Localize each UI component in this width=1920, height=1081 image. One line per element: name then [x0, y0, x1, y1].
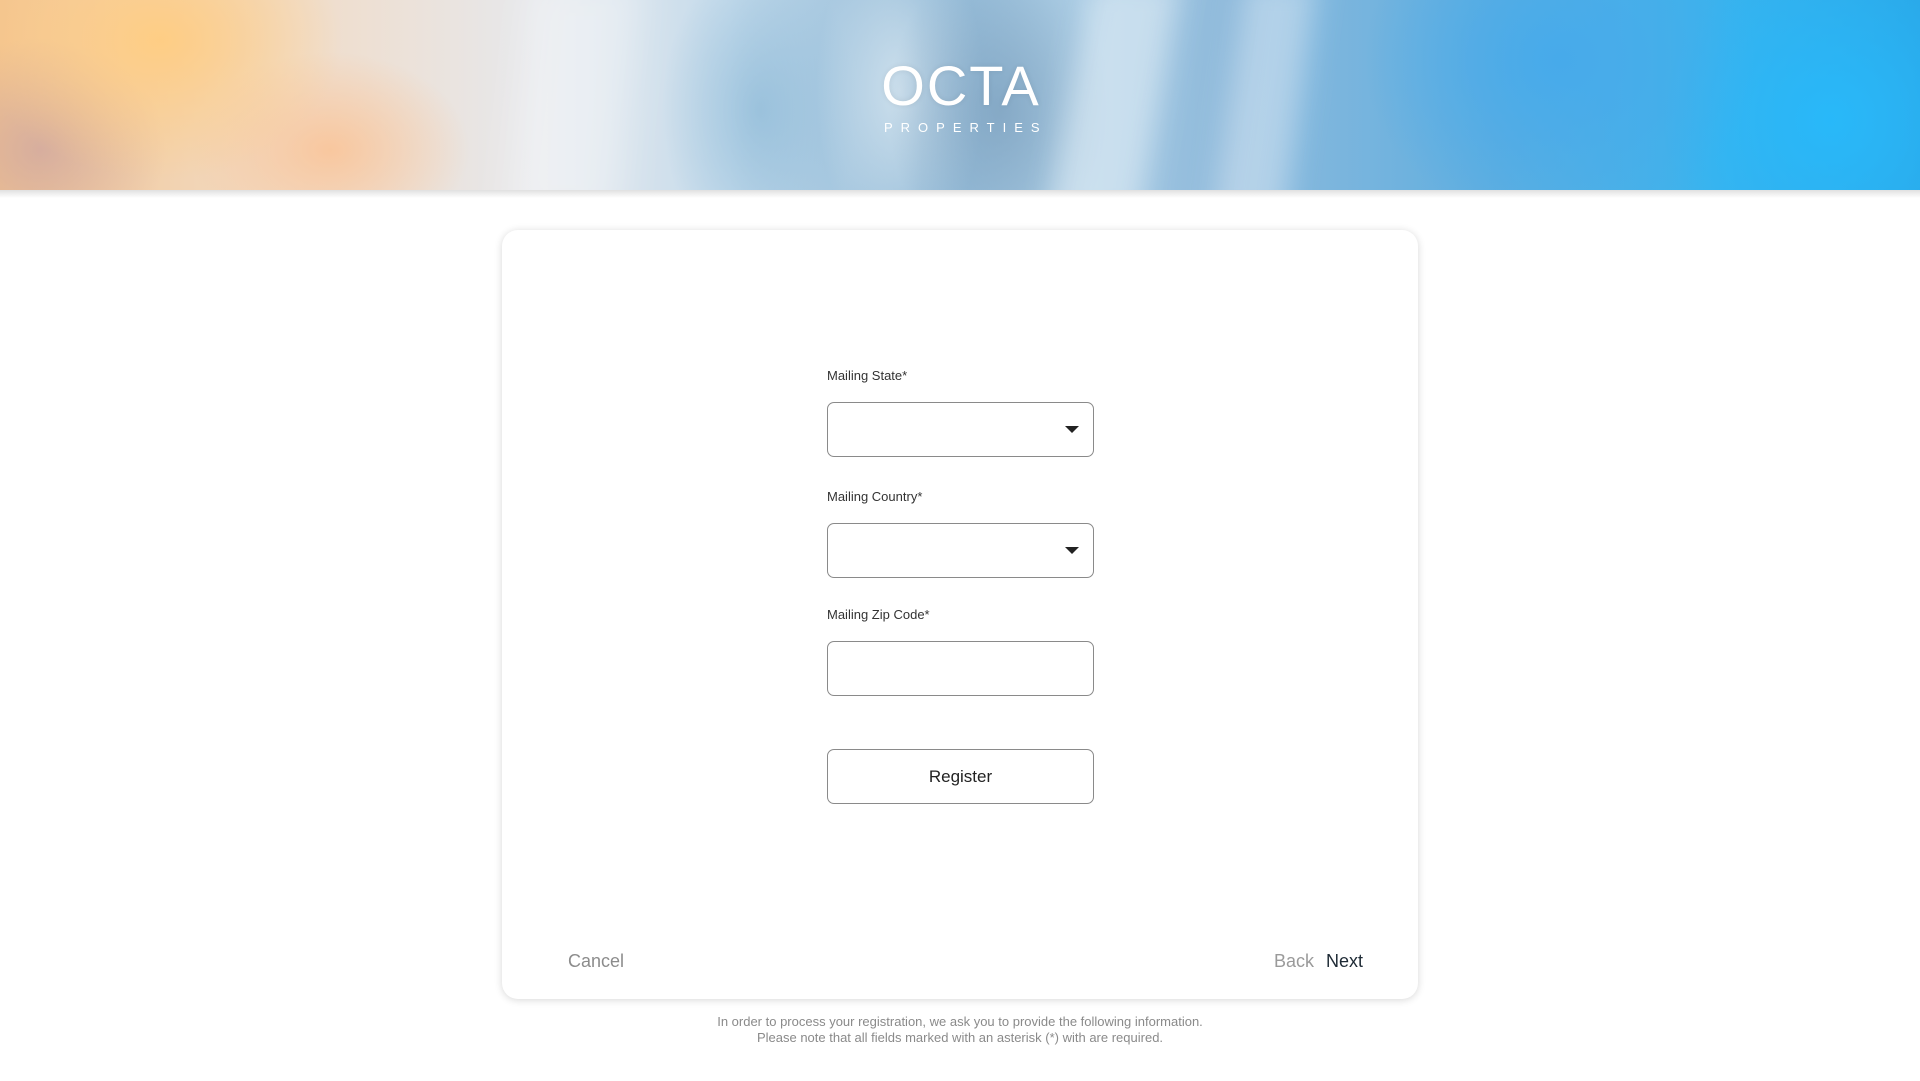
banner-light-streak	[1213, 0, 1317, 190]
logo-subtitle: PROPERTIES	[884, 120, 1048, 135]
next-button[interactable]: Next	[1326, 951, 1363, 972]
mailing-zip-input[interactable]	[828, 642, 1093, 695]
banner-shadow	[0, 190, 1920, 198]
mailing-zip-label: Mailing Zip Code*	[827, 607, 930, 622]
back-button[interactable]: Back	[1274, 951, 1314, 972]
mailing-country-label: Mailing Country*	[827, 489, 923, 504]
banner-light-streak	[507, 0, 643, 190]
registration-card	[502, 230, 1418, 999]
footer-note-line1: In order to process your registration, w…	[717, 1014, 1203, 1029]
caret-down-icon	[1065, 426, 1079, 433]
banner-light-streak	[1048, 0, 1182, 190]
header-banner: OCTA PROPERTIES	[0, 0, 1920, 190]
logo-wordmark: OCTA	[881, 54, 1041, 117]
caret-down-icon	[1065, 547, 1079, 554]
register-button[interactable]: Register	[827, 749, 1094, 804]
mailing-zip-field[interactable]	[827, 641, 1094, 696]
mailing-state-select[interactable]	[827, 402, 1094, 457]
mailing-state-label: Mailing State*	[827, 368, 908, 383]
octa-properties-logo: OCTA PROPERTIES	[878, 58, 1044, 138]
footer-note-line2: Please note that all fields marked with …	[756, 1030, 1164, 1045]
cancel-button[interactable]: Cancel	[568, 951, 624, 972]
mailing-country-select[interactable]	[827, 523, 1094, 578]
